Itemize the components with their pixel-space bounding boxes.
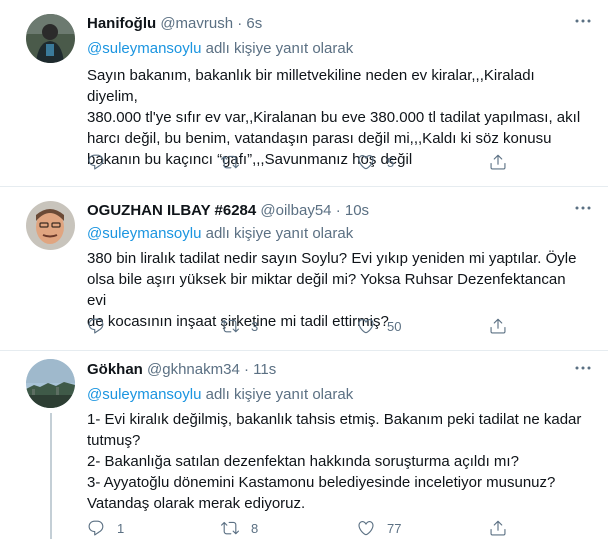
timestamp[interactable]: 6s (246, 15, 262, 32)
user-handle[interactable]: @gkhnakm34 (147, 361, 240, 378)
action-bar: 5 (87, 153, 506, 173)
tweet-text-line: Sayın bakanım, bakanlık bir milletvekili… (87, 67, 535, 105)
reply-button[interactable] (87, 153, 117, 171)
action-bar: 3 50 (87, 317, 506, 337)
share-button[interactable] (489, 153, 507, 171)
display-name[interactable]: Gökhan (87, 361, 143, 378)
reply-context: @suleymansoylu adlı kişiye yanıt olarak (87, 40, 353, 57)
like-button[interactable]: 50 (357, 317, 401, 335)
reply-context: @suleymansoylu adlı kişiye yanıt olarak (87, 225, 353, 242)
reply-button[interactable] (87, 317, 117, 335)
avatar[interactable] (26, 201, 75, 250)
tweet-text-line: 1- Evi kiralık değilmiş, bakanlık tahsis… (87, 411, 582, 428)
tweet-text-line: 380.000 tl'ye sıfır ev var,,Kiralanan bu… (87, 109, 581, 126)
reply-context-text: adlı kişiye yanıt olarak (201, 225, 354, 242)
retweet-icon (221, 155, 239, 169)
user-handle[interactable]: @mavrush (160, 15, 233, 32)
reply-icon (88, 520, 104, 536)
share-button[interactable] (489, 519, 507, 537)
retweet-icon (221, 319, 239, 333)
like-icon (358, 155, 374, 170)
retweet-button[interactable] (221, 153, 251, 171)
mention-link[interactable]: @suleymansoylu (87, 386, 201, 403)
retweet-button[interactable]: 3 (221, 317, 258, 335)
mention-link[interactable]: @suleymansoylu (87, 40, 201, 57)
like-button[interactable]: 77 (357, 519, 401, 537)
like-icon (358, 319, 374, 334)
like-count: 50 (387, 318, 402, 334)
more-icon[interactable] (574, 199, 592, 222)
retweet-button[interactable]: 8 (221, 519, 258, 537)
separator-dot: · (335, 202, 341, 219)
like-icon (358, 521, 374, 536)
tweet-1[interactable]: Hanifoğlu @mavrush · 6s @suleymansoylu a… (0, 0, 608, 186)
tweet-text-line: tutmuş? (87, 432, 141, 449)
reply-button[interactable]: 1 (87, 519, 124, 537)
tweet-text-line: 3- Ayyatoğlu dönemini Kastamonu belediye… (87, 474, 556, 491)
share-icon (490, 154, 506, 170)
avatar[interactable] (26, 359, 75, 408)
reply-context: @suleymansoylu adlı kişiye yanıt olarak (87, 386, 353, 403)
reply-count: 1 (117, 520, 125, 536)
reply-context-text: adlı kişiye yanıt olarak (201, 40, 354, 57)
timestamp[interactable]: 11s (253, 361, 276, 378)
separator-dot: · (237, 15, 243, 32)
display-name[interactable]: OGUZHAN ILBAY #6284 (87, 202, 256, 219)
mention-link[interactable]: @suleymansoylu (87, 225, 201, 242)
tweet-text-line: 2- Bakanlığa satılan dezenfektan hakkınd… (87, 453, 519, 470)
retweet-icon (221, 521, 239, 535)
retweet-count: 3 (251, 318, 259, 334)
separator-dot: · (243, 361, 249, 378)
share-icon (490, 318, 506, 334)
like-count: 77 (387, 520, 402, 536)
reply-icon (88, 318, 104, 334)
share-icon (490, 520, 506, 536)
thread-line (50, 413, 52, 539)
tweet-header: OGUZHAN ILBAY #6284 @oilbay54 · 10s (87, 202, 369, 219)
display-name[interactable]: Hanifoğlu (87, 15, 156, 32)
tweet-text-line: 380 bin liralık tadilat nedir sayın Soyl… (87, 250, 577, 267)
reply-icon (88, 154, 104, 170)
action-bar: 1 8 77 (87, 519, 506, 539)
more-icon[interactable] (574, 359, 592, 382)
tweet-3[interactable]: Gökhan @gkhnakm34 · 11s @suleymansoylu a… (0, 351, 608, 547)
more-icon[interactable] (574, 12, 592, 35)
tweet-text: 1- Evi kiralık değilmiş, bakanlık tahsis… (87, 409, 587, 514)
reply-context-text: adlı kişiye yanıt olarak (201, 386, 354, 403)
tweet-header: Gökhan @gkhnakm34 · 11s (87, 361, 276, 378)
user-handle[interactable]: @oilbay54 (260, 202, 331, 219)
like-button[interactable]: 5 (357, 153, 394, 171)
retweet-count: 8 (251, 520, 259, 536)
share-button[interactable] (489, 317, 507, 335)
tweet-text-line: olsa bile aşırı yüksek bir miktar değil … (87, 271, 566, 309)
tweet-2[interactable]: OGUZHAN ILBAY #6284 @oilbay54 · 10s @sul… (0, 187, 608, 350)
like-count: 5 (387, 154, 395, 170)
tweet-text-line: Vatandaş olarak merak ediyoruz. (87, 495, 306, 512)
timestamp[interactable]: 10s (345, 202, 369, 219)
avatar[interactable] (26, 14, 75, 63)
tweet-text-line: harcı değil, bu benim, vatandaşın parası… (87, 130, 552, 147)
tweet-header: Hanifoğlu @mavrush · 6s (87, 15, 262, 32)
